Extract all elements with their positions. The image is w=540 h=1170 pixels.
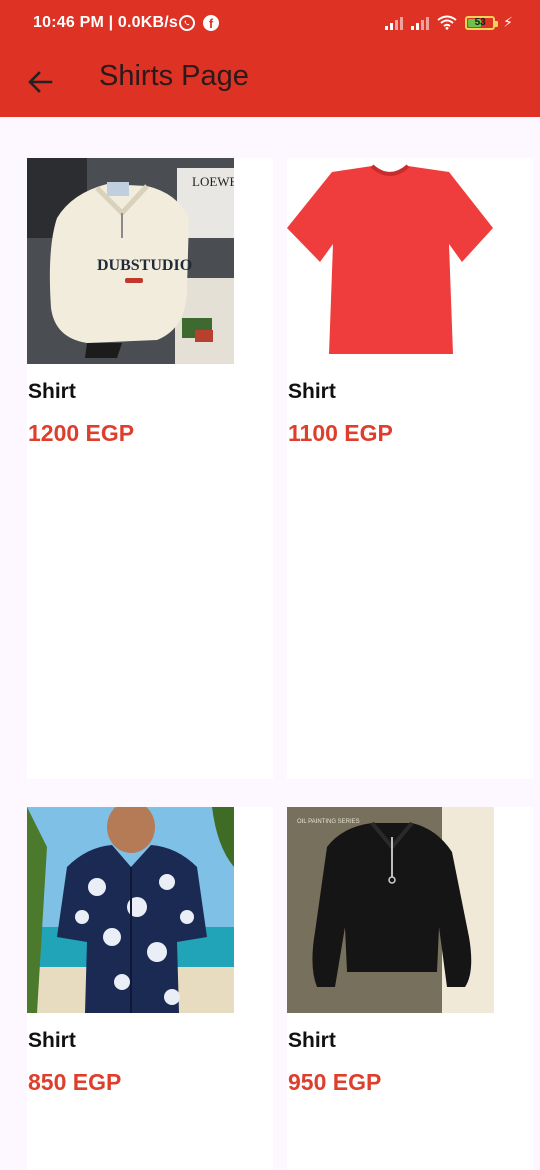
- charging-icon: ⚡: [503, 14, 513, 30]
- product-price: 950 EGP: [288, 1069, 382, 1095]
- product-name: Shirt: [288, 1029, 336, 1052]
- back-button[interactable]: [20, 62, 60, 102]
- product-name: Shirt: [288, 380, 336, 403]
- status-time: 10:46 PM | 0.0KB/s: [33, 14, 179, 31]
- product-image: LOEWE DUBSTUDIO: [27, 158, 234, 364]
- cream-sweatshirt-photo: LOEWE DUBSTUDIO: [27, 158, 234, 364]
- page-title: Shirts Page: [99, 60, 249, 92]
- signal-icon-2: [411, 16, 430, 30]
- product-image: [287, 158, 494, 364]
- product-price: 850 EGP: [28, 1069, 122, 1095]
- product-image: OIL PAINTING SERIES: [287, 807, 494, 1013]
- shirts-page-screen: 10:46 PM | 0.0KB/s f 53 ⚡ Shirts Page LO…: [0, 0, 540, 1170]
- red-tshirt-photo: [287, 164, 493, 354]
- app-bar: Shirts Page: [0, 50, 540, 117]
- status-bar: 10:46 PM | 0.0KB/s f 53 ⚡: [0, 0, 540, 50]
- product-card[interactable]: Shirt 1100 EGP: [287, 158, 533, 779]
- product-price: 1100 EGP: [288, 420, 393, 446]
- signal-icon-1: [385, 16, 404, 30]
- arrow-back-icon: [28, 71, 53, 93]
- sweatshirt-print: DUBSTUDIO: [97, 257, 192, 274]
- product-card[interactable]: LOEWE DUBSTUDIO Shirt 1200 EGP: [27, 158, 273, 779]
- battery-level: 53: [474, 16, 486, 28]
- facebook-icon: f: [203, 15, 219, 31]
- wifi-icon: [437, 15, 457, 30]
- floral-shirt-photo: [27, 807, 234, 1013]
- svg-text:LOEWE: LOEWE: [192, 174, 234, 189]
- product-price: 1200 EGP: [28, 420, 135, 446]
- black-sweatshirt-photo: OIL PAINTING SERIES: [287, 807, 494, 1013]
- product-image: [27, 807, 234, 1013]
- product-name: Shirt: [28, 380, 76, 403]
- product-name: Shirt: [28, 1029, 76, 1052]
- system-icons: 53 ⚡: [385, 14, 513, 31]
- product-card[interactable]: OIL PAINTING SERIES Shirt 950 EGP: [287, 807, 533, 1170]
- top-bar: 10:46 PM | 0.0KB/s f 53 ⚡ Shirts Page: [0, 0, 540, 117]
- product-card[interactable]: Shirt 850 EGP: [27, 807, 273, 1170]
- whatsapp-icon: [179, 15, 195, 31]
- notification-icons: f: [179, 15, 219, 31]
- photo-series-label: OIL PAINTING SERIES: [297, 819, 360, 825]
- battery-icon: 53: [465, 15, 499, 30]
